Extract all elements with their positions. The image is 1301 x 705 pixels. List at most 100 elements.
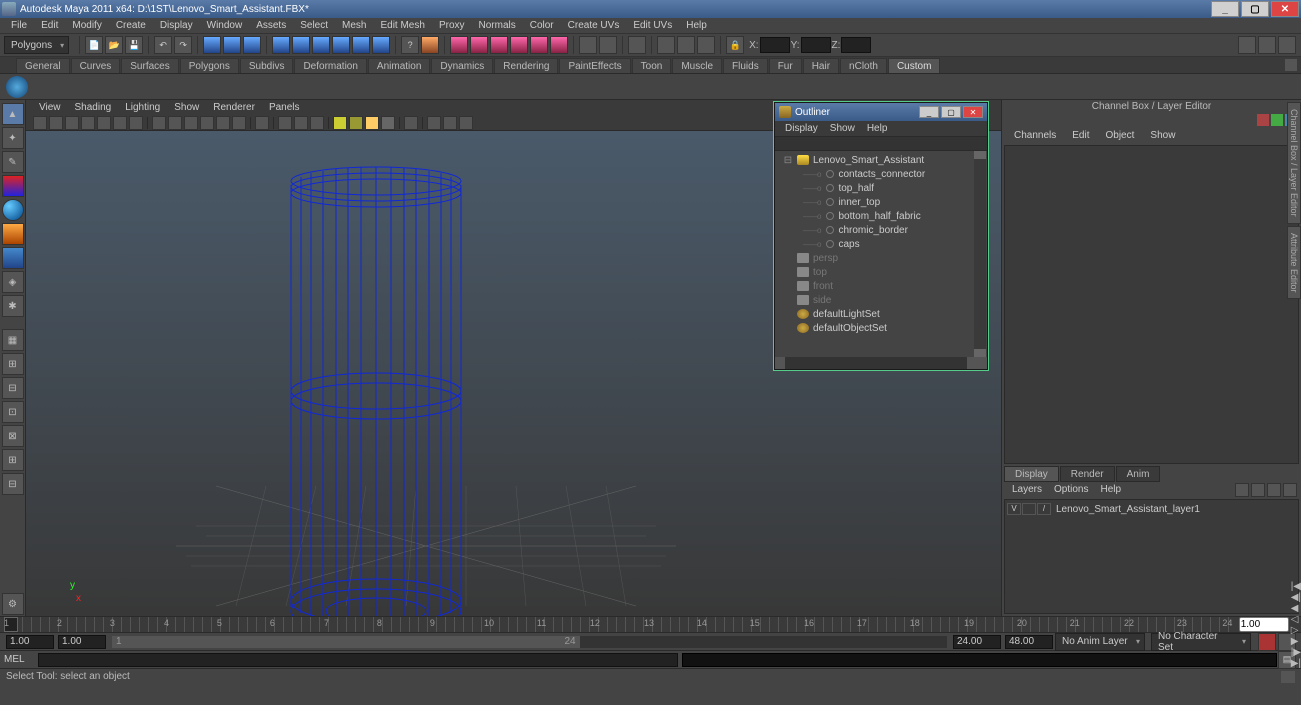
outliner-minimize-button[interactable]: _ <box>919 106 939 118</box>
vp-panel-a-button[interactable] <box>427 116 441 130</box>
render-globals-button[interactable] <box>530 36 548 54</box>
x-field[interactable] <box>760 37 790 53</box>
range-end-inner-field[interactable] <box>953 635 1001 649</box>
shelf-tab-ncloth[interactable]: nCloth <box>840 58 887 73</box>
layer-ref-cell[interactable]: / <box>1037 503 1051 515</box>
layer-btn-b[interactable] <box>1251 483 1265 497</box>
menu-create[interactable]: Create <box>109 20 153 31</box>
input-box-b-button[interactable] <box>599 36 617 54</box>
autokey-button[interactable] <box>1258 633 1276 651</box>
vp-renderer-a-button[interactable] <box>404 116 418 130</box>
minimize-button[interactable]: _ <box>1211 1 1239 17</box>
outliner-item[interactable]: top <box>775 265 987 279</box>
undo-button[interactable]: ↶ <box>154 36 172 54</box>
misc-c-button[interactable] <box>697 36 715 54</box>
close-button[interactable]: ✕ <box>1271 1 1299 17</box>
vp-light-b-button[interactable] <box>349 116 363 130</box>
side-tab-attribute-editor[interactable]: Attribute Editor <box>1287 226 1301 300</box>
outliner-item[interactable]: ⊟Lenovo_Smart_Assistant <box>775 153 987 167</box>
step-forward-key-button[interactable]: |▶ <box>1291 647 1301 658</box>
layer-visibility-cell[interactable]: V <box>1007 503 1021 515</box>
vp-xray-button[interactable] <box>278 116 292 130</box>
snap-grid-button[interactable] <box>272 36 290 54</box>
character-set-dropdown[interactable]: No Character Set <box>1151 633 1251 651</box>
outliner-item[interactable]: side <box>775 293 987 307</box>
single-perspective-button[interactable]: ▦ <box>2 329 24 351</box>
vp-menu-lighting[interactable]: Lighting <box>118 102 167 113</box>
outliner-item[interactable]: persp <box>775 251 987 265</box>
select-tool[interactable]: ▲ <box>2 103 24 125</box>
cb-channels[interactable]: Channels <box>1006 130 1064 141</box>
shelf-tab-custom[interactable]: Custom <box>888 58 940 73</box>
go-end-button[interactable]: ▶| <box>1291 658 1301 669</box>
toggle-b-button[interactable] <box>1258 36 1276 54</box>
select-by-hierarchy-button[interactable] <box>203 36 221 54</box>
vp-image-plane-button[interactable] <box>65 116 79 130</box>
outliner-menu-show[interactable]: Show <box>824 123 861 134</box>
four-view-button[interactable]: ⊞ <box>2 353 24 375</box>
outliner-titlebar[interactable]: Outliner _ ▢ ✕ <box>775 103 987 121</box>
layer-btn-c[interactable] <box>1267 483 1281 497</box>
lasso-tool[interactable]: ✦ <box>2 127 24 149</box>
vp-resolution-gate-button[interactable] <box>113 116 127 130</box>
toggle-a-button[interactable] <box>1238 36 1256 54</box>
shelf-tab-hair[interactable]: Hair <box>803 58 839 73</box>
show-manip-tool[interactable]: ✱ <box>2 295 24 317</box>
menu-modify[interactable]: Modify <box>65 20 108 31</box>
command-input[interactable] <box>38 653 678 667</box>
shelf-custom-button[interactable] <box>6 76 28 98</box>
outliner-item[interactable]: ——otop_half <box>775 181 987 195</box>
menu-edit[interactable]: Edit <box>34 20 65 31</box>
vp-menu-panels[interactable]: Panels <box>262 102 307 113</box>
layout-e-button[interactable]: ⊞ <box>2 449 24 471</box>
vp-menu-renderer[interactable]: Renderer <box>206 102 262 113</box>
layer-tab-display[interactable]: Display <box>1004 466 1059 482</box>
shelf-tab-muscle[interactable]: Muscle <box>672 58 722 73</box>
outliner-vscroll[interactable] <box>974 151 986 357</box>
time-slider[interactable]: 1 2 3 4 5 6 7 8 9 10 11 12 13 14 15 16 1… <box>0 616 1301 632</box>
outliner-maximize-button[interactable]: ▢ <box>941 106 961 118</box>
move-tool[interactable] <box>2 175 24 197</box>
menu-display[interactable]: Display <box>153 20 200 31</box>
shelf-tab-rendering[interactable]: Rendering <box>494 58 558 73</box>
save-scene-button[interactable]: 💾 <box>125 36 143 54</box>
soft-mod-tool[interactable]: ◈ <box>2 271 24 293</box>
outliner-item[interactable]: front <box>775 279 987 293</box>
shelf-tab-curves[interactable]: Curves <box>71 58 121 73</box>
vp-light-d-button[interactable] <box>381 116 395 130</box>
command-label[interactable]: MEL <box>4 654 34 665</box>
shelf-tab-subdivs[interactable]: Subdivs <box>240 58 294 73</box>
anim-layer-dropdown[interactable]: No Anim Layer <box>1055 633 1145 651</box>
step-back-button[interactable]: ◀ <box>1291 603 1301 614</box>
layer-menu-help[interactable]: Help <box>1094 484 1127 495</box>
shelf-tab-dynamics[interactable]: Dynamics <box>431 58 493 73</box>
menu-mesh[interactable]: Mesh <box>335 20 373 31</box>
shelf-tab-animation[interactable]: Animation <box>368 58 430 73</box>
outliner-menu-help[interactable]: Help <box>861 123 894 134</box>
play-forward-button[interactable]: ▷ <box>1291 625 1301 636</box>
outliner-item[interactable]: ——ochromic_border <box>775 223 987 237</box>
range-end-outer-field[interactable] <box>1005 635 1053 649</box>
layout-button[interactable] <box>628 36 646 54</box>
vp-gate-mask-button[interactable] <box>129 116 143 130</box>
layer-type-cell[interactable] <box>1022 503 1036 515</box>
redo-button[interactable]: ↷ <box>174 36 192 54</box>
vp-bookmark-button[interactable] <box>49 116 63 130</box>
render-settings-button[interactable] <box>490 36 508 54</box>
hypershade-button[interactable]: ⊡ <box>2 401 24 423</box>
universal-manip-tool[interactable] <box>2 247 24 269</box>
outliner-item[interactable]: defaultObjectSet <box>775 321 987 335</box>
outliner-item[interactable]: ——ocontacts_connector <box>775 167 987 181</box>
vp-menu-shading[interactable]: Shading <box>68 102 119 113</box>
layer-tab-anim[interactable]: Anim <box>1116 466 1161 482</box>
tool-settings-button[interactable]: ⚙ <box>2 593 24 615</box>
z-field[interactable] <box>841 37 871 53</box>
cb-object[interactable]: Object <box>1098 130 1143 141</box>
vp-shaded-button[interactable] <box>168 116 182 130</box>
channel-icon-b[interactable] <box>1271 114 1283 126</box>
vp-menu-view[interactable]: View <box>32 102 68 113</box>
shelf-tab-fluids[interactable]: Fluids <box>723 58 768 73</box>
lock-icon[interactable]: 🔒 <box>726 36 744 54</box>
mode-dropdown[interactable]: Polygons <box>4 36 69 54</box>
outliner-menu-display[interactable]: Display <box>779 123 824 134</box>
